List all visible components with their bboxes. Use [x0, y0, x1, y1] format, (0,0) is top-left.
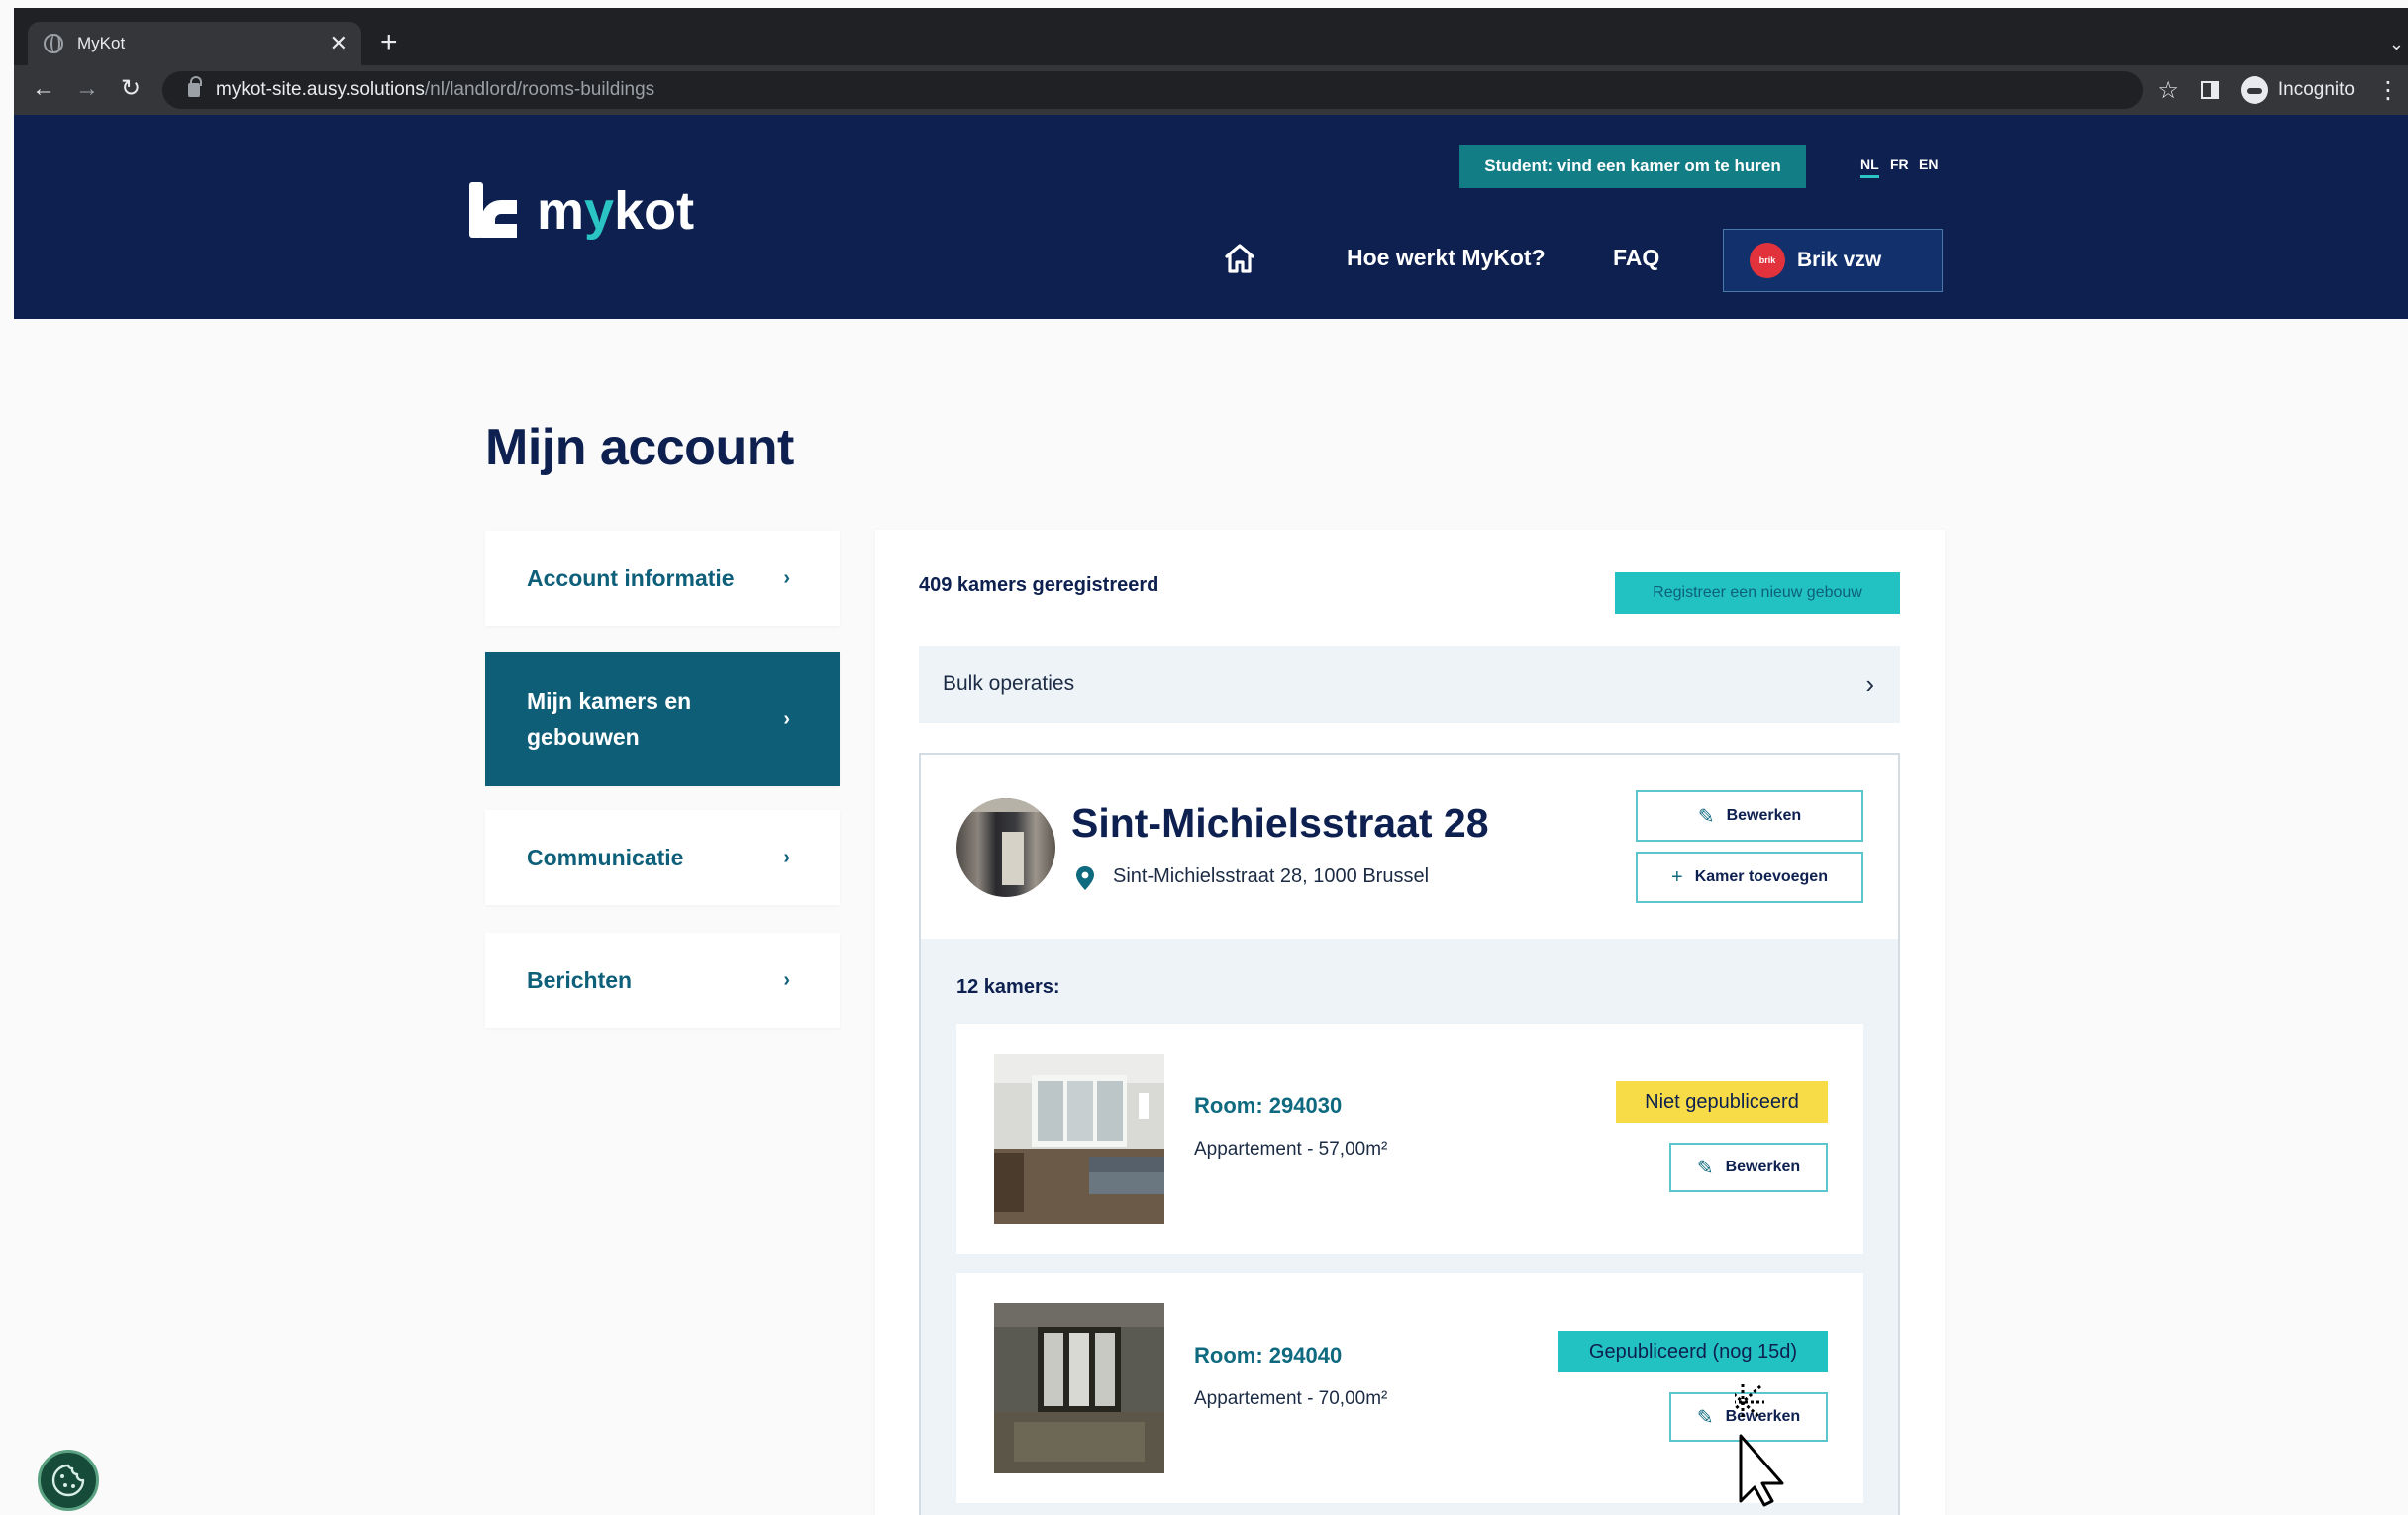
- mykot-logo[interactable]: mykot: [469, 182, 694, 238]
- building-header: Sint-Michielsstraat 28 Sint-Michielsstra…: [921, 755, 1898, 939]
- sidebar-item-rooms-buildings[interactable]: Mijn kamers en gebouwen ›: [485, 652, 840, 786]
- bulk-operations-toggle[interactable]: Bulk operaties ›: [919, 646, 1900, 723]
- status-badge: Gepubliceerd (nog 15d): [1558, 1331, 1828, 1372]
- chevron-right-icon: ›: [783, 708, 790, 730]
- add-room-label: Kamer toevoegen: [1694, 868, 1828, 885]
- nav-faq[interactable]: FAQ: [1613, 245, 1659, 271]
- chevron-right-icon: ›: [783, 968, 790, 991]
- bookmark-star-icon[interactable]: ☆: [2157, 76, 2179, 105]
- lang-fr[interactable]: FR: [1890, 156, 1909, 172]
- sidebar-item-account-info[interactable]: Account informatie ›: [485, 531, 840, 626]
- building-card: Sint-Michielsstraat 28 Sint-Michielsstra…: [919, 753, 1900, 1515]
- pencil-icon: ✎: [1697, 805, 1715, 828]
- globe-icon: [44, 34, 63, 53]
- toolbar-actions: ☆ Incognito ⋮: [2157, 73, 2408, 107]
- site-header: [14, 115, 2408, 319]
- browser-window: MyKot ✕ + ⌄ ← → ↻ mykot-site.ausy.soluti…: [0, 0, 2408, 1515]
- sidebar-item-messages[interactable]: Berichten ›: [485, 933, 840, 1028]
- lang-nl[interactable]: NL: [1860, 156, 1879, 178]
- tab-strip: MyKot ✕ + ⌄: [14, 8, 2408, 65]
- address-bar[interactable]: mykot-site.ausy.solutions/nl/landlord/ro…: [162, 71, 2143, 109]
- back-button[interactable]: ←: [28, 73, 59, 105]
- edit-room-button[interactable]: ✎ Bewerken: [1669, 1392, 1828, 1442]
- forward-button[interactable]: →: [71, 73, 103, 105]
- building-photo: [956, 798, 1055, 897]
- lock-icon[interactable]: [188, 76, 202, 97]
- reload-button[interactable]: ↻: [115, 73, 147, 105]
- side-panel-icon[interactable]: [2200, 81, 2219, 99]
- rooms-count-label: 12 kamers:: [956, 976, 1060, 998]
- chevron-right-icon: ›: [783, 566, 790, 589]
- room-meta: Appartement - 57,00m²: [1194, 1139, 1388, 1160]
- lang-en[interactable]: EN: [1919, 156, 1938, 172]
- pencil-icon: ✎: [1696, 1157, 1714, 1179]
- cookie-icon: [51, 1464, 85, 1497]
- room-photo: [994, 1054, 1164, 1224]
- map-pin-icon: [1076, 866, 1094, 890]
- url-host: mykot-site.ausy.solutions: [216, 79, 425, 100]
- sidebar-item-label: Mijn kamers en gebouwen: [527, 688, 692, 750]
- sidebar-item-label: Communicatie: [527, 844, 684, 870]
- tab-title: MyKot: [77, 34, 126, 52]
- account-avatar: brik: [1750, 243, 1785, 278]
- tab-search-icon[interactable]: ⌄: [2389, 34, 2404, 54]
- logo-text: mykot: [537, 181, 695, 241]
- room-card: Room: 294040 Appartement - 70,00m² Gepub…: [956, 1273, 1863, 1503]
- menu-icon[interactable]: ⋮: [2376, 76, 2400, 105]
- profile-button[interactable]: Incognito: [2240, 76, 2355, 104]
- rooms-count-title: 409 kamers geregistreerd: [919, 574, 1159, 596]
- browser-tab[interactable]: MyKot ✕: [28, 22, 361, 65]
- building-address: Sint-Michielsstraat 28, 1000 Brussel: [1113, 865, 1430, 887]
- pencil-icon: ✎: [1696, 1406, 1714, 1429]
- page-title: Mijn account: [485, 419, 794, 476]
- bulk-operations-label: Bulk operaties: [943, 672, 1075, 695]
- cookie-settings-button[interactable]: [38, 1450, 99, 1511]
- incognito-icon: [2240, 76, 2268, 104]
- room-meta: Appartement - 70,00m²: [1194, 1388, 1388, 1409]
- account-name: Brik vzw: [1797, 249, 1882, 271]
- room-photo: [994, 1303, 1164, 1473]
- room-card: Room: 294030 Appartement - 57,00m² Niet …: [956, 1024, 1863, 1254]
- register-building-button[interactable]: Registreer een nieuw gebouw: [1615, 572, 1900, 614]
- tab-close-icon[interactable]: ✕: [330, 31, 348, 56]
- room-title[interactable]: Room: 294030: [1194, 1093, 1342, 1119]
- logo-mark-icon: [469, 182, 521, 238]
- room-title[interactable]: Room: 294040: [1194, 1343, 1342, 1368]
- sidebar-item-communication[interactable]: Communicatie ›: [485, 810, 840, 905]
- building-name: Sint-Michielsstraat 28: [1071, 800, 1489, 846]
- browser-toolbar: ← → ↻ mykot-site.ausy.solutions/nl/landl…: [14, 65, 2408, 115]
- chevron-right-icon: ›: [1865, 668, 1874, 699]
- edit-room-label: Bewerken: [1725, 1408, 1801, 1425]
- profile-label: Incognito: [2277, 79, 2355, 101]
- add-room-button[interactable]: + Kamer toevoegen: [1636, 852, 1863, 903]
- sidebar-item-label: Account informatie: [527, 564, 735, 591]
- edit-building-button[interactable]: ✎ Bewerken: [1636, 790, 1863, 842]
- plus-icon: +: [1671, 865, 1683, 888]
- edit-room-button[interactable]: ✎ Bewerken: [1669, 1143, 1828, 1192]
- student-find-room-button[interactable]: Student: vind een kamer om te huren: [1459, 145, 1806, 188]
- new-tab-button[interactable]: +: [380, 28, 398, 57]
- sidebar-item-label: Berichten: [527, 966, 633, 993]
- edit-building-label: Bewerken: [1726, 807, 1802, 824]
- account-menu-button[interactable]: brik Brik vzw: [1723, 229, 1943, 292]
- url-path: /nl/landlord/rooms-buildings: [424, 79, 655, 100]
- nav-how-it-works[interactable]: Hoe werkt MyKot?: [1347, 245, 1546, 271]
- chevron-right-icon: ›: [783, 846, 790, 868]
- status-badge: Niet gepubliceerd: [1616, 1081, 1828, 1123]
- home-icon[interactable]: [1224, 244, 1255, 273]
- edit-room-label: Bewerken: [1725, 1159, 1801, 1175]
